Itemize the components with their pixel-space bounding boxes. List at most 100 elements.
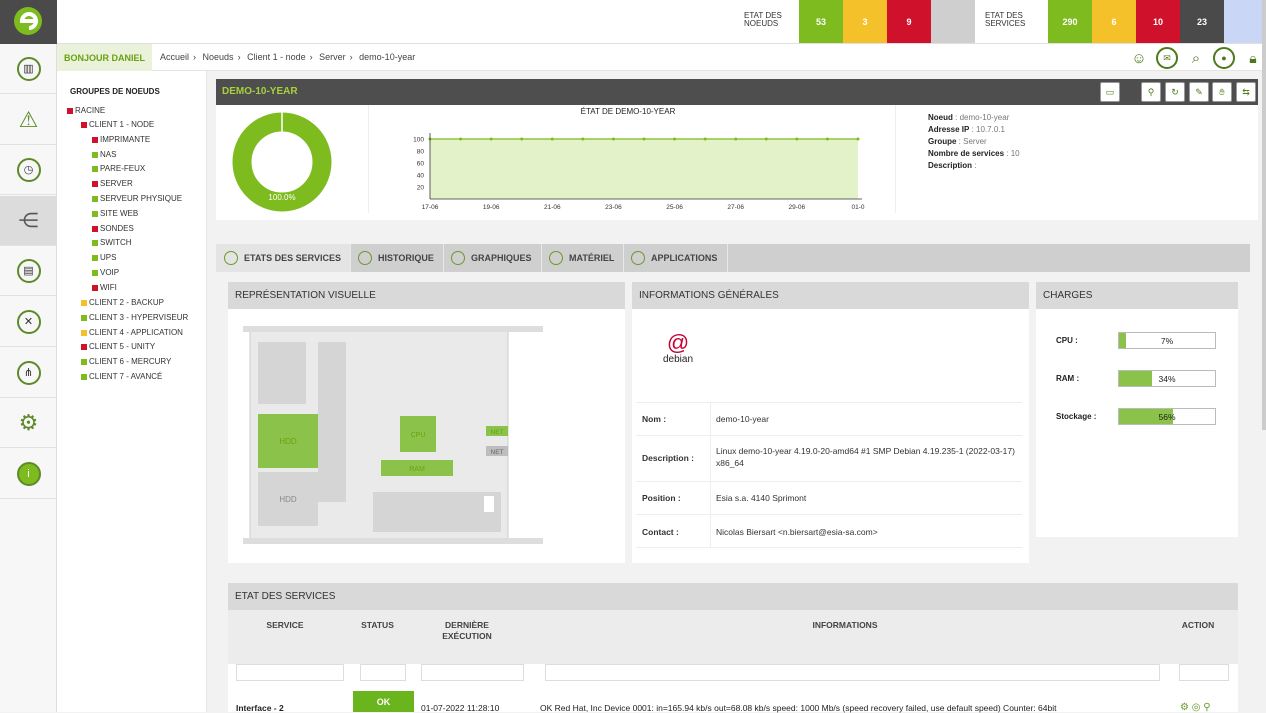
wrench-icon[interactable]: ⚲ (1141, 82, 1161, 102)
nav-history[interactable]: ◷ (0, 145, 57, 195)
nodes-warning-count[interactable]: 3 (843, 0, 887, 43)
info-icon: i (16, 461, 41, 486)
services-critical-count[interactable]: 10 (1136, 0, 1180, 43)
data-point (642, 137, 646, 141)
services-other-count[interactable] (1224, 0, 1262, 43)
tree-item[interactable]: VOIP (92, 268, 119, 277)
monitor-icon[interactable]: ▭ (1100, 82, 1120, 102)
y-tick-label: 80 (417, 149, 425, 156)
info-row-description: Description : Linux demo-10-year 4.19.0-2… (636, 435, 1022, 481)
tree-item[interactable]: UPS (92, 253, 116, 262)
row-actions-icons[interactable]: ⚙ ◎ ⚲ (1180, 702, 1211, 713)
breadcrumb-client[interactable]: Client 1 - node (247, 52, 306, 62)
tree-item[interactable]: SONDES (92, 224, 134, 233)
x-tick-label: 21-06 (544, 204, 561, 211)
refresh-icon[interactable]: ↻ (1165, 82, 1185, 102)
search-icon[interactable]: ⌕ (1185, 47, 1207, 69)
breadcrumb-group[interactable]: Server (319, 52, 346, 62)
nav-reports[interactable]: ▤ (0, 246, 57, 296)
tree-item[interactable]: NAS (92, 150, 116, 159)
nodes-critical-count[interactable]: 9 (887, 0, 931, 43)
x-tick-label: 27-06 (727, 204, 744, 211)
filter-service-input[interactable] (236, 664, 344, 681)
tree-item[interactable]: CLIENT 6 - MERCURY (81, 357, 171, 366)
dashboard-icon: ▥ (16, 56, 41, 81)
filter-info-input[interactable] (545, 664, 1160, 681)
tree-item[interactable]: CLIENT 5 - UNITY (81, 342, 155, 351)
tree-item[interactable]: SITE WEB (92, 209, 138, 218)
status-square (81, 299, 87, 306)
tab-service-states[interactable]: ETATS DES SERVICES (216, 244, 351, 272)
tree-item-root[interactable]: RACINE (67, 106, 105, 115)
edit-icon[interactable]: ✎ (1189, 82, 1209, 102)
tree-item[interactable]: SERVER (92, 179, 133, 188)
status-icon[interactable]: ● (1213, 47, 1235, 69)
filter-last-input[interactable] (421, 664, 524, 681)
tree-item[interactable]: CLIENT 1 - NODE (81, 120, 154, 129)
chart-icon (451, 251, 465, 265)
lock-icon[interactable]: 🔒︎ (1242, 47, 1264, 69)
nav-nodes[interactable]: ⋲ (0, 196, 57, 246)
status-square (92, 136, 98, 143)
tab-hardware[interactable]: MATÉRIEL (542, 244, 624, 272)
filter-action-input[interactable] (1179, 664, 1229, 681)
tree-item[interactable]: CLIENT 3 - HYPERVISEUR (81, 313, 188, 322)
tree-item-label: CLIENT 2 - BACKUP (89, 298, 164, 307)
tree-item[interactable]: SERVEUR PHYSIQUE (92, 194, 182, 203)
nav-network[interactable]: ⋔ (0, 348, 57, 398)
nav-settings[interactable]: ⚙ (0, 398, 57, 448)
status-square (92, 210, 98, 217)
col-status[interactable]: STATUS (355, 620, 400, 631)
general-info-title: INFORMATIONS GÉNÉRALES (632, 282, 1029, 309)
tree-item-label: CLIENT 3 - HYPERVISEUR (89, 313, 189, 322)
tab-history[interactable]: HISTORIQUE (351, 244, 444, 272)
nav-dashboard[interactable]: ▥ (0, 44, 57, 94)
share-icon[interactable]: ⇆ (1236, 82, 1256, 102)
tree-item-label: SITE WEB (100, 209, 139, 218)
donut-ring (232, 112, 332, 212)
filter-status-input[interactable] (360, 664, 406, 681)
services-ok-count[interactable]: 290 (1048, 0, 1092, 43)
x-tick-label: 25-06 (666, 204, 683, 211)
tree-item[interactable]: IMPRIMANTE (92, 135, 150, 144)
svg-text:HDD: HDD (279, 437, 297, 446)
tree-item[interactable]: WIFI (92, 283, 117, 292)
tree-item[interactable]: CLIENT 4 - APPLICATION (81, 328, 183, 337)
services-unknown-count[interactable]: 23 (1180, 0, 1224, 43)
tree-item-label: CLIENT 1 - NODE (89, 120, 155, 129)
chip-icon (549, 251, 563, 265)
hand-icon[interactable]: ✋︎ (1212, 82, 1232, 102)
node-group: Server (963, 137, 987, 146)
top-bar: ETAT DES NOEUDS 53 3 9 ETAT DES SERVICES 2… (57, 0, 1266, 44)
app-logo[interactable] (0, 0, 57, 44)
tree-item[interactable]: SWITCH (92, 238, 132, 247)
nav-tools[interactable]: ✕ (0, 297, 57, 347)
col-info[interactable]: INFORMATIONS (760, 620, 930, 631)
status-square (92, 165, 98, 172)
node-state-chart: ÉTAT DE DEMO-10-YEAR 20 40 60 80 100 17-06 19-… (413, 107, 865, 211)
status-square (92, 225, 98, 232)
data-point (611, 137, 615, 141)
tab-applications[interactable]: APPLICATIONS (624, 244, 728, 272)
breadcrumb-home[interactable]: Accueil (160, 52, 189, 62)
col-service[interactable]: SERVICE (250, 620, 320, 631)
breadcrumb-nodes[interactable]: Noeuds (203, 52, 234, 62)
tree-title: GROUPES DE NOEUDS (70, 87, 160, 96)
nodes-unknown-count[interactable] (931, 0, 975, 43)
nav-info[interactable]: i (0, 449, 57, 499)
storage-bar: 56% (1118, 408, 1216, 425)
col-action[interactable]: ACTION (1177, 620, 1219, 631)
services-warning-count[interactable]: 6 (1092, 0, 1136, 43)
user-icon[interactable]: ☺ (1128, 47, 1150, 69)
page-scrollbar[interactable] (1262, 0, 1266, 430)
storage-label: Stockage : (1056, 412, 1097, 421)
tree-item[interactable]: PARE-FEUX (92, 164, 145, 173)
nodes-ok-count[interactable]: 53 (799, 0, 843, 43)
tree-item[interactable]: CLIENT 2 - BACKUP (81, 298, 164, 307)
mail-icon[interactable]: ✉ (1156, 47, 1178, 69)
tree-item[interactable]: CLIENT 7 - AVANCÉ (81, 372, 162, 381)
availability-donut: 100.0% (232, 112, 332, 212)
tab-graphs[interactable]: GRAPHIQUES (444, 244, 542, 272)
nav-alerts[interactable]: ⚠ (0, 95, 57, 145)
col-last-exec[interactable]: DERNIÈRE EXÉCUTION (430, 620, 504, 642)
